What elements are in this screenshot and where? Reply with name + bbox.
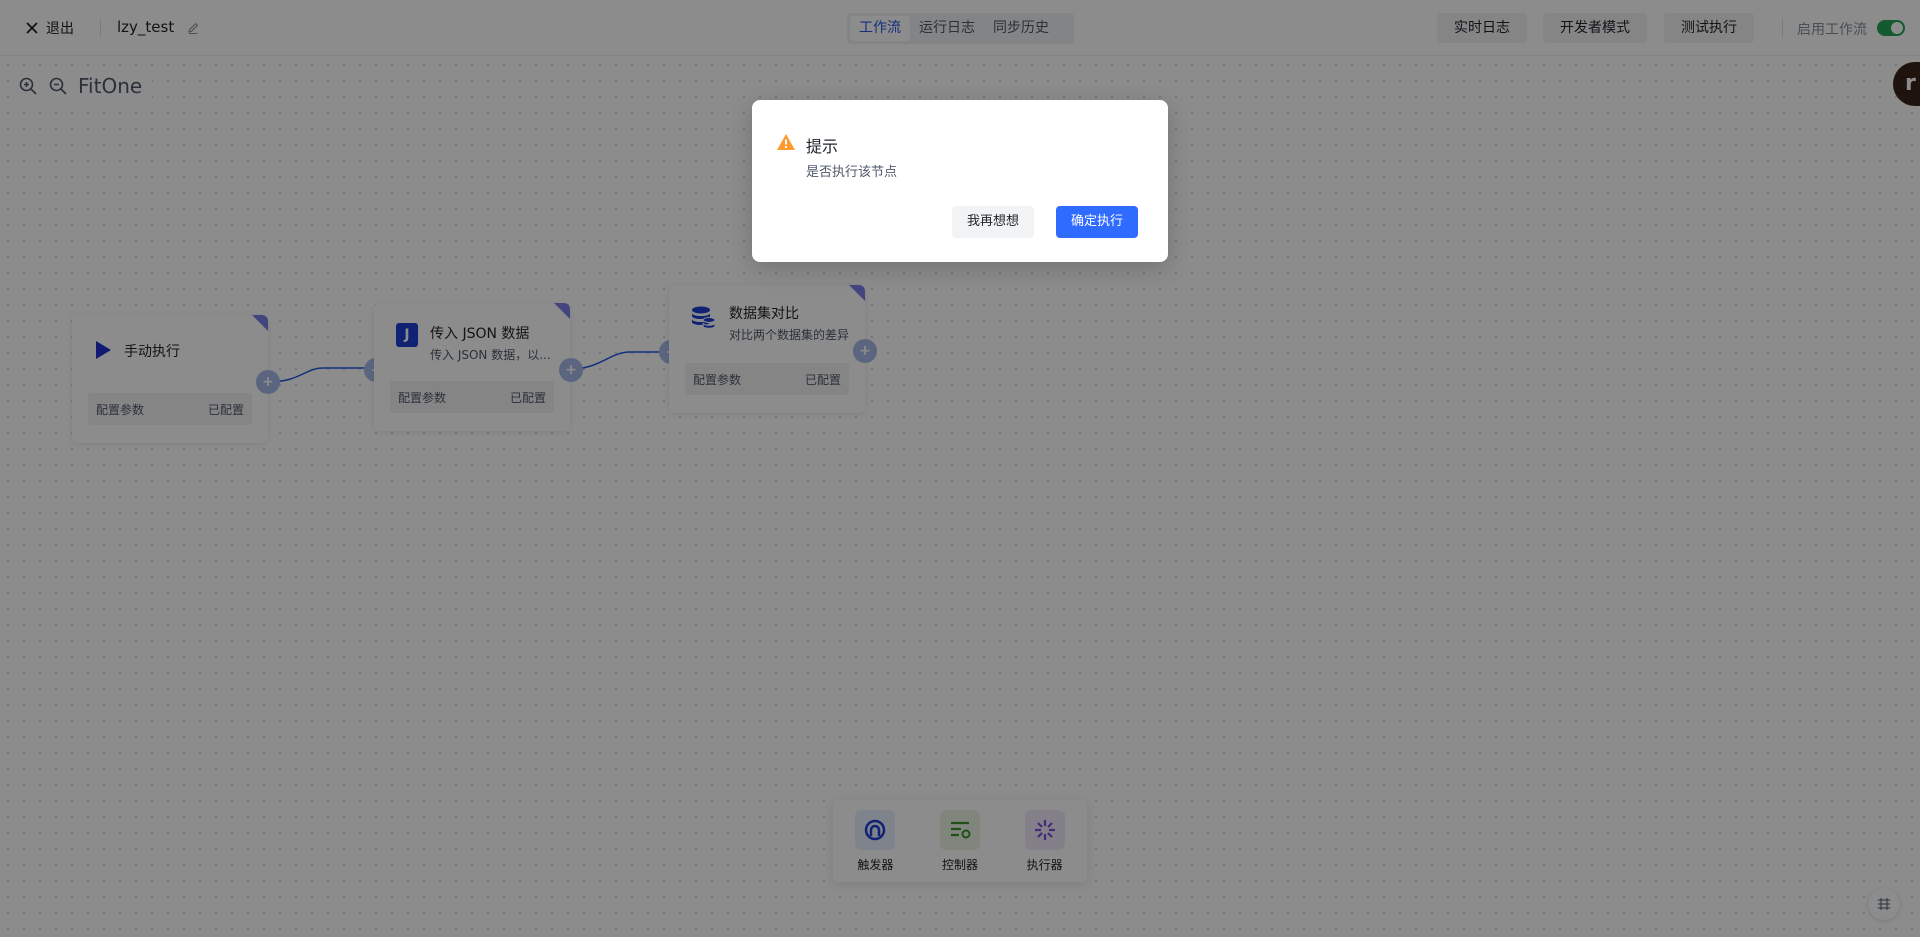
confirm-button[interactable]: 确定执行 (1056, 206, 1139, 238)
dialog-title: 提示 (806, 137, 839, 156)
warning-icon (777, 134, 795, 150)
cancel-button[interactable]: 我再想想 (952, 206, 1035, 238)
dialog-message: 是否执行该节点 (806, 165, 898, 180)
confirm-dialog: 提示 是否执行该节点 我再想想 确定执行 (752, 100, 1168, 262)
